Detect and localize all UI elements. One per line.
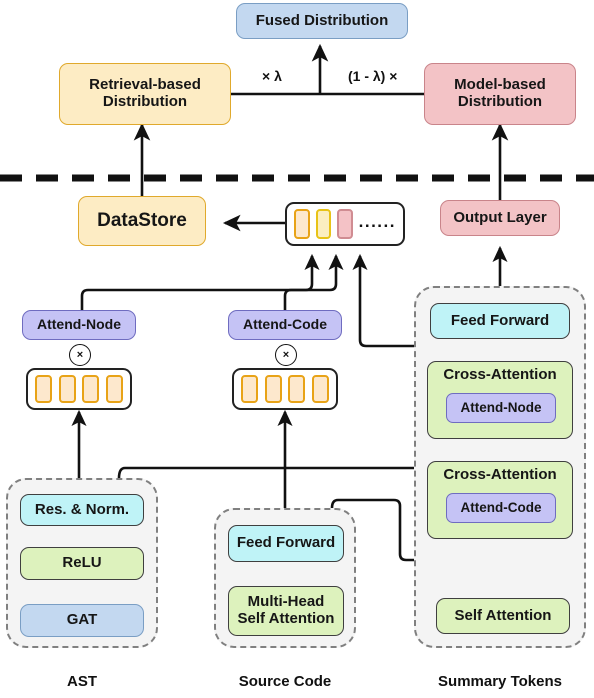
ast-relu-label: ReLU <box>62 554 102 572</box>
attend-code-badge-label: Attend-Code <box>460 500 542 516</box>
fused-distribution-label: Fused Distribution <box>255 11 389 29</box>
code-token[interactable] <box>264 375 282 403</box>
code-multihead-label-1: Multi-Head <box>247 593 325 611</box>
architecture-diagram: Fused Distribution Retrieval-based Distr… <box>0 0 594 698</box>
wire-attendnode-to-tokens <box>80 253 320 310</box>
cross-attention-code-label: Cross-Attention <box>443 466 557 483</box>
attend-code-badge[interactable]: Attend-Code <box>446 493 556 523</box>
otimes-node-icon: × <box>69 344 91 366</box>
summary-self-attention-box[interactable]: Self Attention <box>436 598 570 634</box>
ast-res-norm-box[interactable]: Res. & Norm. <box>20 494 144 526</box>
datastore-box[interactable]: DataStore <box>78 196 206 246</box>
code-feed-forward-label: Feed Forward <box>236 534 336 552</box>
retrieved-token-1[interactable] <box>294 209 310 239</box>
retrieval-distribution-box[interactable]: Retrieval-based Distribution <box>59 63 231 125</box>
cross-attention-node-box[interactable]: Cross-Attention Attend-Node <box>427 361 573 439</box>
ast-relu-box[interactable]: ReLU <box>20 547 144 580</box>
summary-feed-forward-box[interactable]: Feed Forward <box>430 303 570 339</box>
wire-ast-bus-branch2 <box>285 430 291 468</box>
source-code-caption: Source Code <box>238 673 332 690</box>
code-representation-row[interactable] <box>232 368 338 410</box>
ast-token[interactable] <box>82 375 100 403</box>
ast-caption: AST <box>67 673 97 690</box>
model-distribution-label-1: Model-based <box>454 76 546 94</box>
ast-token[interactable] <box>58 375 76 403</box>
output-layer-box[interactable]: Output Layer <box>440 200 560 236</box>
ast-gat-label: GAT <box>66 611 98 629</box>
code-token[interactable] <box>311 375 329 403</box>
ast-gat-box[interactable]: GAT <box>20 604 144 637</box>
summary-self-attention-label: Self Attention <box>454 606 552 624</box>
retrieval-distribution-label-1: Retrieval-based <box>89 76 201 94</box>
retrieved-token-row[interactable]: ...... <box>285 202 405 246</box>
datastore-label: DataStore <box>97 210 187 232</box>
retrieved-token-ellipsis: ...... <box>358 211 396 231</box>
model-distribution-label-2: Distribution <box>457 93 543 110</box>
ast-representation-row[interactable] <box>26 368 132 410</box>
code-multihead-self-attention-box[interactable]: Multi-Head Self Attention <box>228 586 344 636</box>
retrieved-token-2[interactable] <box>315 209 332 239</box>
cross-attention-node-label: Cross-Attention <box>443 366 557 383</box>
attend-node-box[interactable]: Attend-Node <box>22 310 136 340</box>
lambda-left-label: × λ <box>262 68 282 84</box>
output-layer-label: Output Layer <box>453 208 547 226</box>
ast-token[interactable] <box>105 375 123 403</box>
otimes-code-glyph: × <box>282 348 290 361</box>
attend-code-label: Attend-Code <box>243 316 327 333</box>
summary-feed-forward-label: Feed Forward <box>450 311 550 329</box>
code-token[interactable] <box>241 375 258 403</box>
code-feed-forward-box[interactable]: Feed Forward <box>228 525 344 562</box>
otimes-code-icon: × <box>275 344 297 366</box>
attend-code-box[interactable]: Attend-Code <box>228 310 342 340</box>
attend-node-label: Attend-Node <box>37 316 121 333</box>
attend-node-badge-label: Attend-Node <box>460 400 542 416</box>
attend-node-badge[interactable]: Attend-Node <box>446 393 556 423</box>
cross-attention-code-box[interactable]: Cross-Attention Attend-Code <box>427 461 573 539</box>
wire-attendcode-to-tokens <box>283 253 344 310</box>
lambda-right-label: (1 - λ) × <box>348 68 398 84</box>
ast-res-norm-label: Res. & Norm. <box>34 500 130 518</box>
retrieval-distribution-label-2: Distribution <box>102 93 188 110</box>
otimes-node-glyph: × <box>76 348 84 361</box>
code-token[interactable] <box>288 375 306 403</box>
summary-tokens-caption: Summary Tokens <box>438 673 562 690</box>
fused-distribution-box[interactable]: Fused Distribution <box>236 3 408 39</box>
ast-token[interactable] <box>35 375 52 403</box>
model-distribution-box[interactable]: Model-based Distribution <box>424 63 576 125</box>
retrieved-token-3[interactable] <box>337 209 353 239</box>
code-multihead-label-2: Self Attention <box>237 610 335 627</box>
